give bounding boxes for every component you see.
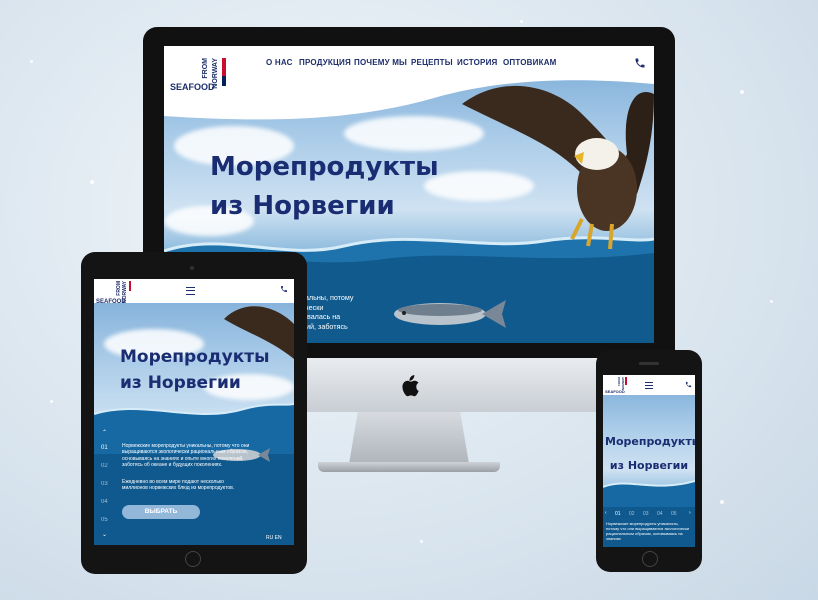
logo-norway: NORWAY — [122, 281, 128, 303]
pagination-item[interactable]: 02 — [629, 511, 635, 517]
pagination-item[interactable]: 02 — [101, 463, 108, 469]
nav-wholesale[interactable]: ОПТОВИКАМ — [503, 58, 557, 67]
logo-from: FROM — [202, 58, 209, 79]
nav-history[interactable]: ИСТОРИЯ — [457, 58, 497, 67]
nav-products[interactable]: ПРОДУКЦИЯ — [299, 58, 351, 67]
flag-red-bar — [222, 58, 226, 76]
hamburger-menu-icon[interactable] — [186, 287, 195, 295]
chevron-up-icon[interactable]: ⌃ — [102, 429, 107, 436]
salmon-image — [394, 300, 506, 328]
nav-recipes[interactable]: РЕЦЕПТЫ — [411, 58, 453, 67]
chevron-left-icon[interactable]: ‹ — [605, 510, 607, 516]
flag-blue-bar — [222, 76, 226, 86]
choose-button[interactable]: ВЫБРАТЬ — [122, 505, 200, 519]
brand-logo[interactable]: SEAFOOD FROM NORWAY — [170, 54, 230, 104]
snow-speck — [520, 20, 523, 23]
pagination-item[interactable]: 01 — [615, 511, 621, 517]
tablet-screen: SEAFOOD FROM NORWAY Морепродукты из Норв… — [94, 279, 294, 545]
snow-speck — [770, 300, 773, 303]
snow-speck — [720, 500, 724, 504]
chevron-down-icon[interactable]: ⌄ — [102, 531, 107, 538]
pagination-item[interactable]: 01 — [101, 445, 108, 451]
apple-logo-icon — [402, 375, 419, 397]
pagination-item[interactable]: 05 — [101, 517, 108, 523]
logo-seafood: SEAFOOD — [170, 82, 215, 92]
phone-hero-title-line1: Морепродукты — [605, 435, 695, 448]
tablet-description: Норвежские морепродукты уникальны, потом… — [122, 443, 250, 469]
phone-icon[interactable] — [280, 285, 288, 293]
ipad-camera — [190, 266, 194, 270]
tablet-description-2: Ежедневно во всем мире подают несколько … — [122, 479, 235, 492]
snow-speck — [30, 60, 33, 63]
flag-red-bar — [625, 377, 627, 385]
logo-norway: NORWAY — [212, 58, 219, 89]
pagination-item[interactable]: 05 — [671, 511, 677, 517]
nav-why-us[interactable]: ПОЧЕМУ МЫ — [354, 58, 407, 67]
tablet-brand-logo[interactable]: SEAFOOD FROM NORWAY — [96, 281, 136, 311]
pagination-item[interactable]: 04 — [101, 499, 108, 505]
chevron-right-icon[interactable]: › — [689, 510, 691, 516]
snow-speck — [740, 90, 744, 94]
tablet-hero-title-line2: из Норвегии — [120, 373, 241, 393]
phone-brand-logo[interactable]: SEAFOOD FROM NORWAY — [605, 377, 629, 399]
phone-icon[interactable] — [685, 381, 692, 388]
language-switcher[interactable]: RU EN — [266, 535, 282, 541]
phone-screen: SEAFOOD FROM NORWAY Морепродукты из Норв… — [603, 375, 695, 547]
iphone-home-button — [642, 551, 658, 567]
hero-title-line1: Морепродукты — [210, 152, 439, 182]
imac-base — [318, 462, 500, 472]
hero-title-line2: из Норвегии — [210, 191, 395, 221]
pagination-item[interactable]: 03 — [101, 481, 108, 487]
tablet-ocean-wave — [94, 403, 294, 545]
snow-speck — [90, 180, 94, 184]
snow-speck — [420, 540, 423, 543]
ipad-home-button — [185, 551, 201, 567]
phone-icon[interactable] — [634, 57, 646, 69]
snow-speck — [50, 400, 53, 403]
phone-hero-title-line2: из Норвегии — [609, 459, 689, 472]
flag-red-bar — [129, 281, 131, 291]
hamburger-menu-icon[interactable] — [645, 382, 653, 389]
pagination-item[interactable]: 04 — [657, 511, 663, 517]
tablet-hero-title-line1: Морепродукты — [120, 347, 270, 367]
nav-about[interactable]: О НАС — [266, 58, 293, 67]
phone-description: Норвежские морепродукты уникальны, потом… — [606, 521, 690, 541]
desktop-navbar: SEAFOOD FROM NORWAY О НАС ПРОДУКЦИЯ ПОЧЕ… — [164, 46, 654, 92]
pagination-item[interactable]: 03 — [643, 511, 649, 517]
iphone-speaker — [639, 362, 659, 365]
